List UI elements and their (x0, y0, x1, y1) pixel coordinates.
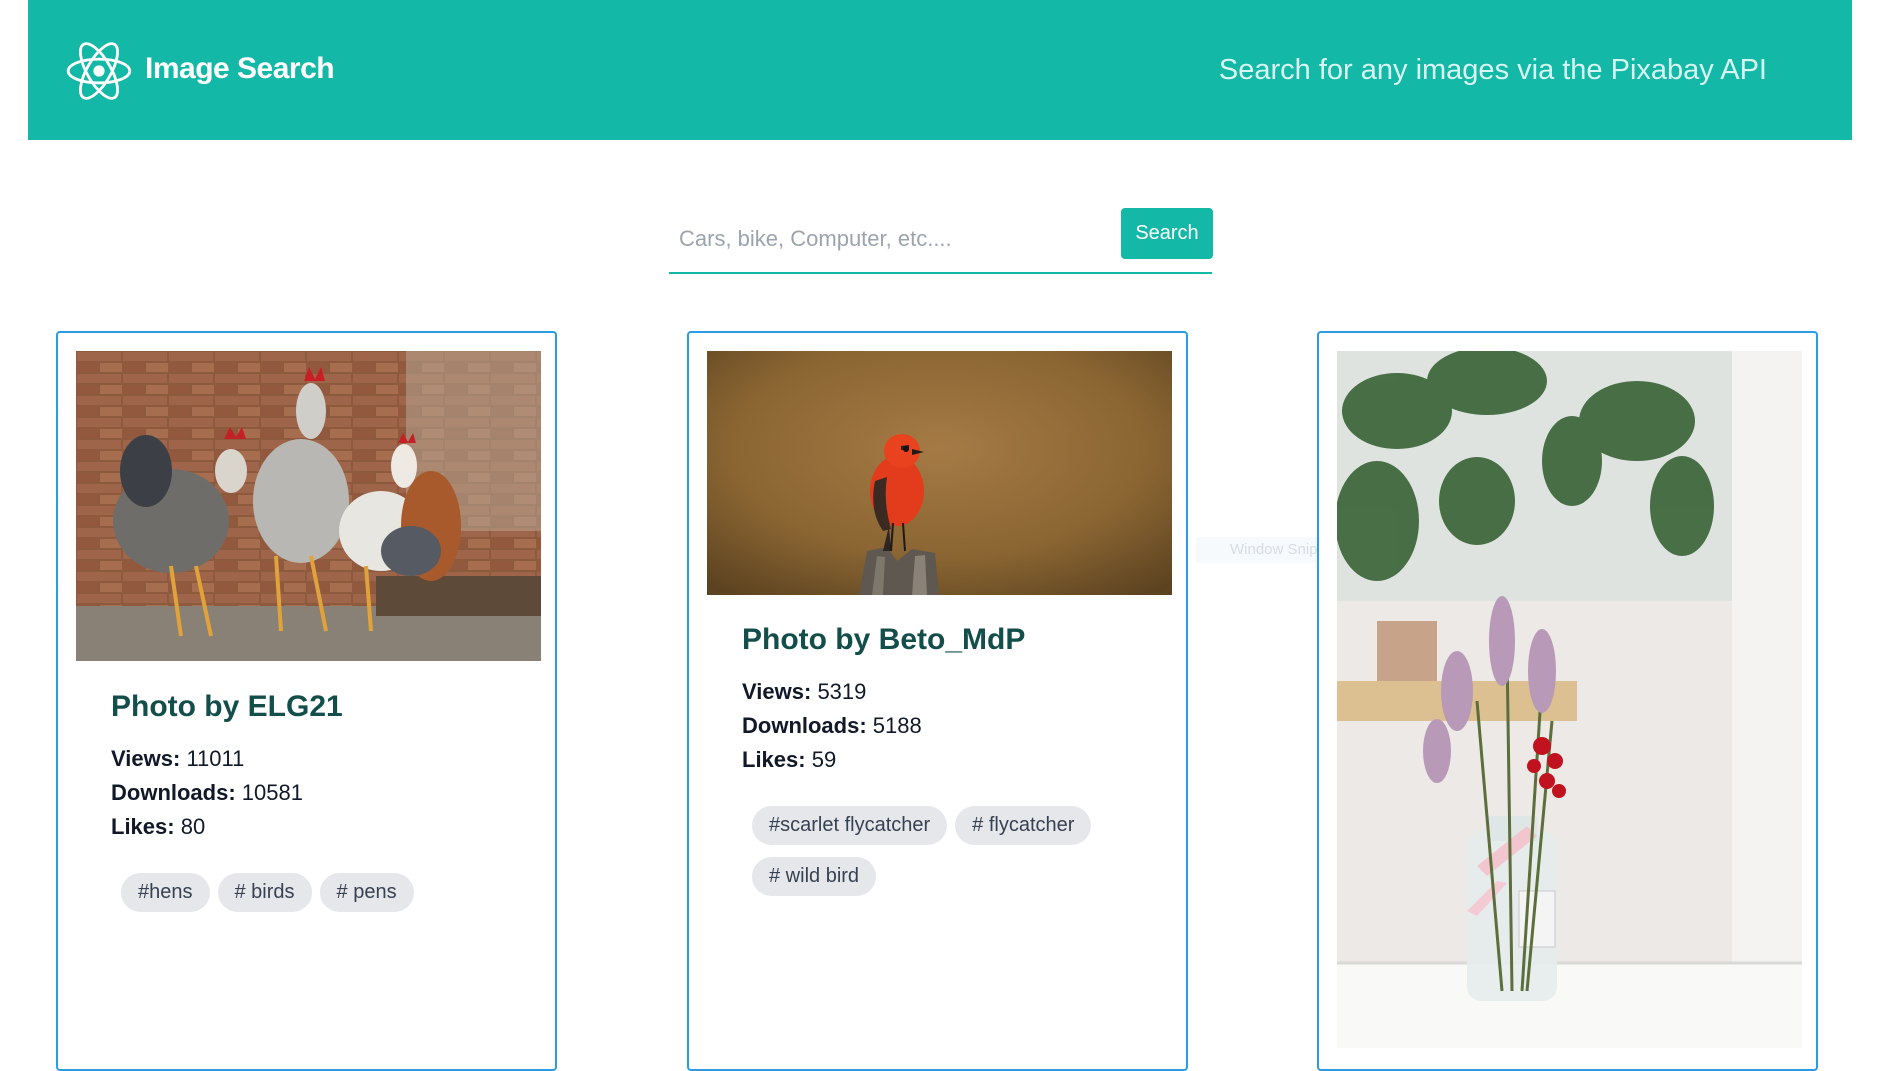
tag-chip[interactable]: # birds (217, 873, 312, 912)
app-tagline: Search for any images via the Pixabay AP… (1218, 54, 1767, 86)
image-card: Photo by Beto_MdP Views: 5319 Downloads:… (687, 331, 1188, 1071)
tag-chip[interactable]: #hens (121, 873, 210, 912)
stat-value: 11011 (186, 746, 245, 771)
stat-value: 10581 (241, 780, 303, 805)
stat-label: Downloads: (742, 713, 867, 738)
search-button[interactable]: Search (1121, 208, 1213, 259)
image-card: Photo by ELG21 Views: 11011 Downloads: 1… (56, 331, 557, 1071)
app-header: Image Search Search for any images via t… (28, 0, 1852, 140)
app-title[interactable]: Image Search (145, 52, 335, 86)
stat-value: 5319 (817, 679, 867, 704)
stat-label: Views: (111, 746, 181, 771)
photo-author: Photo by Beto_MdP (742, 623, 1026, 656)
tag-chip[interactable]: # flycatcher (955, 806, 1092, 845)
tag-list: #hens # birds # pens (121, 873, 521, 924)
react-atom-icon[interactable] (64, 36, 134, 106)
stat-value: 80 (180, 814, 206, 839)
stat-views: Views: 5319 (742, 675, 1025, 709)
stat-downloads: Downloads: 5188 (742, 709, 1025, 743)
card-body: Photo by ELG21 Views: 11011 Downloads: 1… (111, 690, 343, 844)
search-form: Search (669, 208, 1213, 274)
card-image-hens[interactable] (76, 351, 541, 661)
stat-value: 59 (811, 747, 837, 772)
stat-label: Downloads: (111, 780, 236, 805)
card-image-flowers[interactable] (1337, 351, 1802, 1048)
tag-chip[interactable]: # wild bird (752, 857, 877, 896)
stat-label: Views: (742, 679, 812, 704)
card-body: Photo by Beto_MdP Views: 5319 Downloads:… (742, 623, 1025, 777)
stat-downloads: Downloads: 10581 (111, 776, 343, 810)
stat-label: Likes: (111, 814, 175, 839)
search-input[interactable] (677, 216, 1081, 262)
tag-list: #scarlet flycatcher # flycatcher # wild bi… (752, 806, 1152, 908)
image-card (1317, 331, 1818, 1071)
stat-views: Views: 11011 (111, 742, 343, 776)
tag-chip[interactable]: # pens (319, 873, 414, 912)
stat-likes: Likes: 80 (111, 810, 343, 844)
stat-value: 5188 (872, 713, 922, 738)
photo-author: Photo by ELG21 (111, 690, 343, 723)
tag-chip[interactable]: #scarlet flycatcher (752, 806, 948, 845)
stat-label: Likes: (742, 747, 806, 772)
stat-likes: Likes: 59 (742, 743, 1025, 777)
card-image-flycatcher[interactable] (707, 351, 1172, 595)
